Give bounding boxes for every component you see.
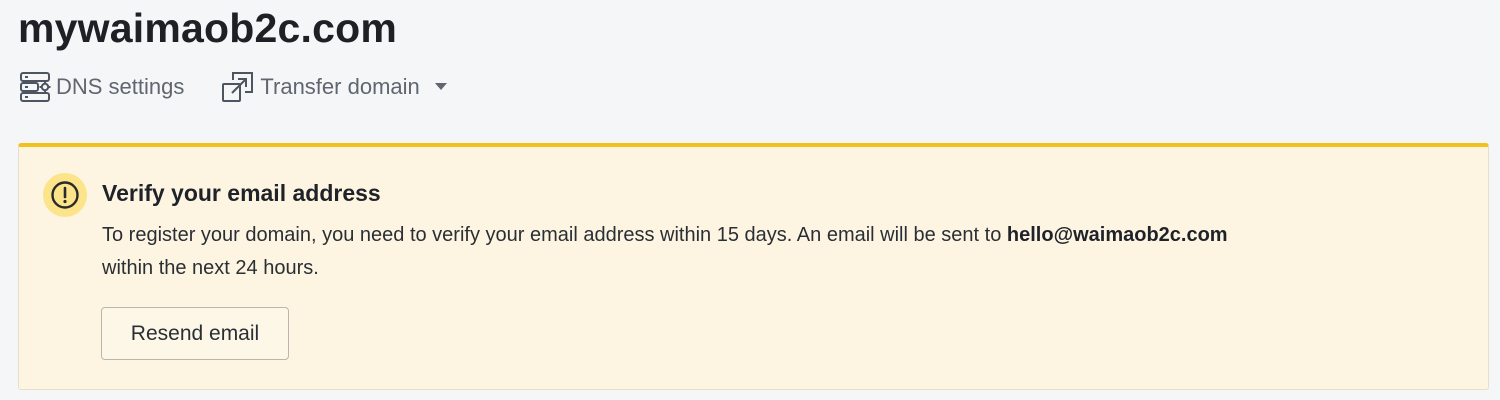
domain-actions: DNS settings Transfer domain <box>18 68 448 106</box>
resend-email-button[interactable]: Resend email <box>101 307 289 360</box>
transfer-icon <box>220 69 256 105</box>
transfer-domain-label: Transfer domain <box>260 74 420 99</box>
alert-message-suffix: within the next 24 hours. <box>102 257 319 279</box>
dns-settings-label: DNS settings <box>56 74 185 99</box>
transfer-domain-dropdown[interactable]: Transfer domain <box>220 68 447 106</box>
alert-title: Verify your email address <box>102 180 381 206</box>
verify-email-alert: Verify your email address To register yo… <box>18 143 1489 390</box>
alert-message: To register your domain, you need to ver… <box>102 219 1442 285</box>
dns-settings-icon <box>18 69 54 105</box>
alert-email: hello@waimaob2c.com <box>1006 224 1228 246</box>
dns-settings-link[interactable]: DNS settings <box>18 68 184 106</box>
alert-message-prefix: To register your domain, you need to ver… <box>102 224 1007 246</box>
warning-icon <box>43 173 87 217</box>
page-title: mywaimaob2c.com <box>18 5 397 51</box>
caret-down-icon <box>434 82 448 92</box>
domain-page: mywaimaob2c.com DNS settings Transfer do… <box>0 0 1500 400</box>
